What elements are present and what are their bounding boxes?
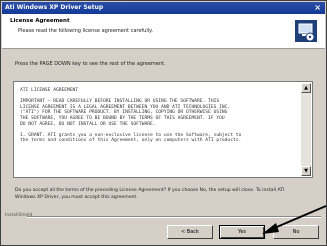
setup-computer-icon — [295, 20, 317, 42]
instruction-text: Press the PAGE DOWN key to see the rest … — [15, 61, 166, 67]
setup-window: Ati Windows XP Driver Setup × License Ag… — [0, 0, 327, 246]
yes-button[interactable]: Yes — [219, 225, 265, 239]
scroll-down-arrow-icon[interactable]: ▼ — [301, 166, 311, 176]
no-button[interactable]: No — [273, 225, 319, 239]
page-title: License Agreement — [10, 18, 70, 24]
back-button[interactable]: < Back — [167, 225, 213, 239]
license-text: ATI LICENSE AGREEMENT IMPORTANT — READ C… — [20, 88, 242, 144]
window-title: Ati Windows XP Driver Setup — [5, 4, 104, 11]
scroll-up-arrow-icon[interactable]: ▲ — [301, 83, 311, 93]
license-textbox[interactable]: ATI LICENSE AGREEMENT IMPORTANT — READ C… — [13, 81, 313, 178]
accept-question: Do you accept all the terms of the prece… — [15, 188, 285, 200]
footer-divider — [27, 216, 321, 218]
title-bar[interactable]: Ati Windows XP Driver Setup × — [2, 2, 325, 14]
page-subtitle: Please read the following license agreem… — [18, 28, 153, 34]
close-icon[interactable]: × — [314, 2, 321, 14]
license-scrollbar[interactable]: ▲ ▼ — [301, 83, 311, 176]
wizard-header: License Agreement Please read the follow… — [2, 14, 325, 49]
